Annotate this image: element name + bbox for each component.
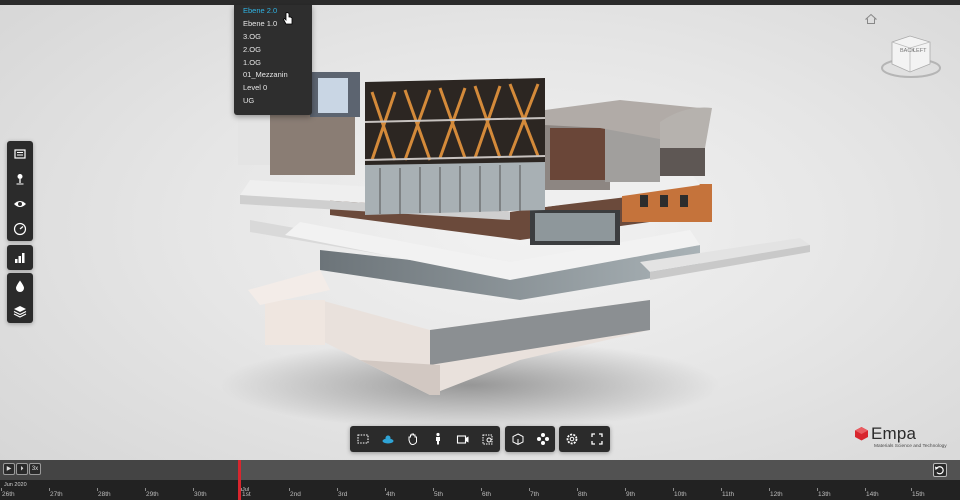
left-toolbar-group-3 xyxy=(7,273,33,323)
timeline-dates: 26th 27th 28th 29th 30th 1st 2nd 3rd 4th… xyxy=(0,480,960,500)
layers-icon xyxy=(13,305,27,318)
logo-tagline: Materials Science and Technology xyxy=(874,444,947,449)
cube-face-left[interactable]: LEFT xyxy=(913,48,927,54)
reset-time-button[interactable] xyxy=(933,463,947,477)
speed-button[interactable]: 3x xyxy=(29,463,41,475)
layers-button[interactable] xyxy=(7,298,33,323)
gauge-button[interactable] xyxy=(7,216,33,241)
tick: 15th xyxy=(911,488,925,498)
model-tree-button[interactable] xyxy=(505,426,530,452)
camera-button[interactable] xyxy=(450,426,475,452)
view-cube[interactable]: BACK LEFT xyxy=(880,30,942,80)
building-chart-icon xyxy=(15,252,25,263)
level-item-3-og[interactable]: 3.OG xyxy=(234,31,312,44)
tick: 9th xyxy=(624,488,636,498)
bottom-toolbar-model xyxy=(505,426,555,452)
left-toolbar-group-2 xyxy=(7,245,33,270)
box-select-button[interactable] xyxy=(350,426,375,452)
fullscreen-button[interactable] xyxy=(584,426,609,452)
map-pin-icon xyxy=(16,173,24,184)
tick: 30th xyxy=(193,488,207,498)
gauge-icon xyxy=(13,222,27,235)
level-item-01-mezzanin[interactable]: 01_Mezzanin xyxy=(234,69,312,82)
tick: 27th xyxy=(49,488,63,498)
tick: 13th xyxy=(817,488,831,498)
timeline-month-label: Jun 2020 xyxy=(4,482,27,488)
play-button[interactable]: ▶ xyxy=(3,463,15,475)
tick: 28th xyxy=(97,488,111,498)
level-item-ebene-1-0[interactable]: Ebene 1.0 xyxy=(234,18,312,31)
properties-button[interactable] xyxy=(530,426,555,452)
properties-icon xyxy=(536,433,549,445)
tick: 10th xyxy=(673,488,687,498)
walk-person-icon xyxy=(435,432,440,445)
walk-button[interactable] xyxy=(425,426,450,452)
pan-hand-icon xyxy=(408,433,417,446)
empa-cube-icon xyxy=(855,427,868,441)
left-toolbar-group-1 xyxy=(7,141,33,241)
map-pin-button[interactable] xyxy=(7,166,33,191)
orbit-button[interactable] xyxy=(375,426,400,452)
level-item-ug[interactable]: UG xyxy=(234,95,312,108)
level-item-2-og[interactable]: 2.OG xyxy=(234,44,312,57)
home-view-icon[interactable] xyxy=(865,13,877,25)
level-item-1-og[interactable]: 1.OG xyxy=(234,57,312,70)
tick: 26th xyxy=(1,488,15,498)
tick: 5th xyxy=(432,488,444,498)
section-box-icon xyxy=(482,434,492,445)
tick: 6th xyxy=(480,488,492,498)
fullscreen-icon xyxy=(590,433,603,445)
water-drop-icon xyxy=(16,280,24,292)
pan-button[interactable] xyxy=(400,426,425,452)
water-button[interactable] xyxy=(7,273,33,298)
logo-name: Empa xyxy=(871,424,917,443)
timeline-current-marker[interactable] xyxy=(238,460,241,500)
level-dropdown[interactable]: Ebene 2.0 Ebene 1.0 3.OG 2.OG 1.OG 01_Me… xyxy=(234,5,312,115)
section-box-button[interactable] xyxy=(475,426,500,452)
tick: 2nd xyxy=(289,488,301,498)
timeline[interactable]: ▶ ⏵ 3x 26th 27th 28th 29th 30th 1st 2nd … xyxy=(0,460,960,500)
settings-button[interactable] xyxy=(559,426,584,452)
tick: 14th xyxy=(865,488,879,498)
bottom-toolbar-settings xyxy=(559,426,610,452)
tick: 8th xyxy=(576,488,588,498)
tick: 11th xyxy=(720,488,735,498)
building-3d-model[interactable] xyxy=(0,0,960,460)
tick: 4th xyxy=(384,488,396,498)
undo-icon xyxy=(935,466,944,475)
level-item-ebene-2-0[interactable]: Ebene 2.0 xyxy=(234,5,312,18)
eye-icon xyxy=(14,200,26,207)
visibility-button[interactable] xyxy=(7,191,33,216)
level-item-level-0[interactable]: Level 0 xyxy=(234,82,312,95)
tick: 12th xyxy=(769,488,783,498)
step-button[interactable]: ⏵ xyxy=(16,463,28,475)
model-tree-icon xyxy=(512,433,523,446)
settings-icon xyxy=(566,433,577,445)
tick: 29th xyxy=(145,488,159,498)
list-icon xyxy=(14,148,26,159)
tick: 7th xyxy=(528,488,540,498)
hand-cursor-icon xyxy=(283,12,293,25)
box-select-icon xyxy=(356,434,369,444)
orbit-icon xyxy=(382,435,393,444)
camera-icon xyxy=(456,435,468,444)
bottom-toolbar-navigation xyxy=(350,426,500,452)
empa-logo: Empa Materials Science and Technology xyxy=(852,423,952,453)
tick: 3rd xyxy=(336,488,348,498)
timeline-current-label: Jul xyxy=(242,487,250,493)
timeline-future-range xyxy=(240,460,960,480)
list-button[interactable] xyxy=(7,141,33,166)
building-chart-button[interactable] xyxy=(7,245,33,270)
